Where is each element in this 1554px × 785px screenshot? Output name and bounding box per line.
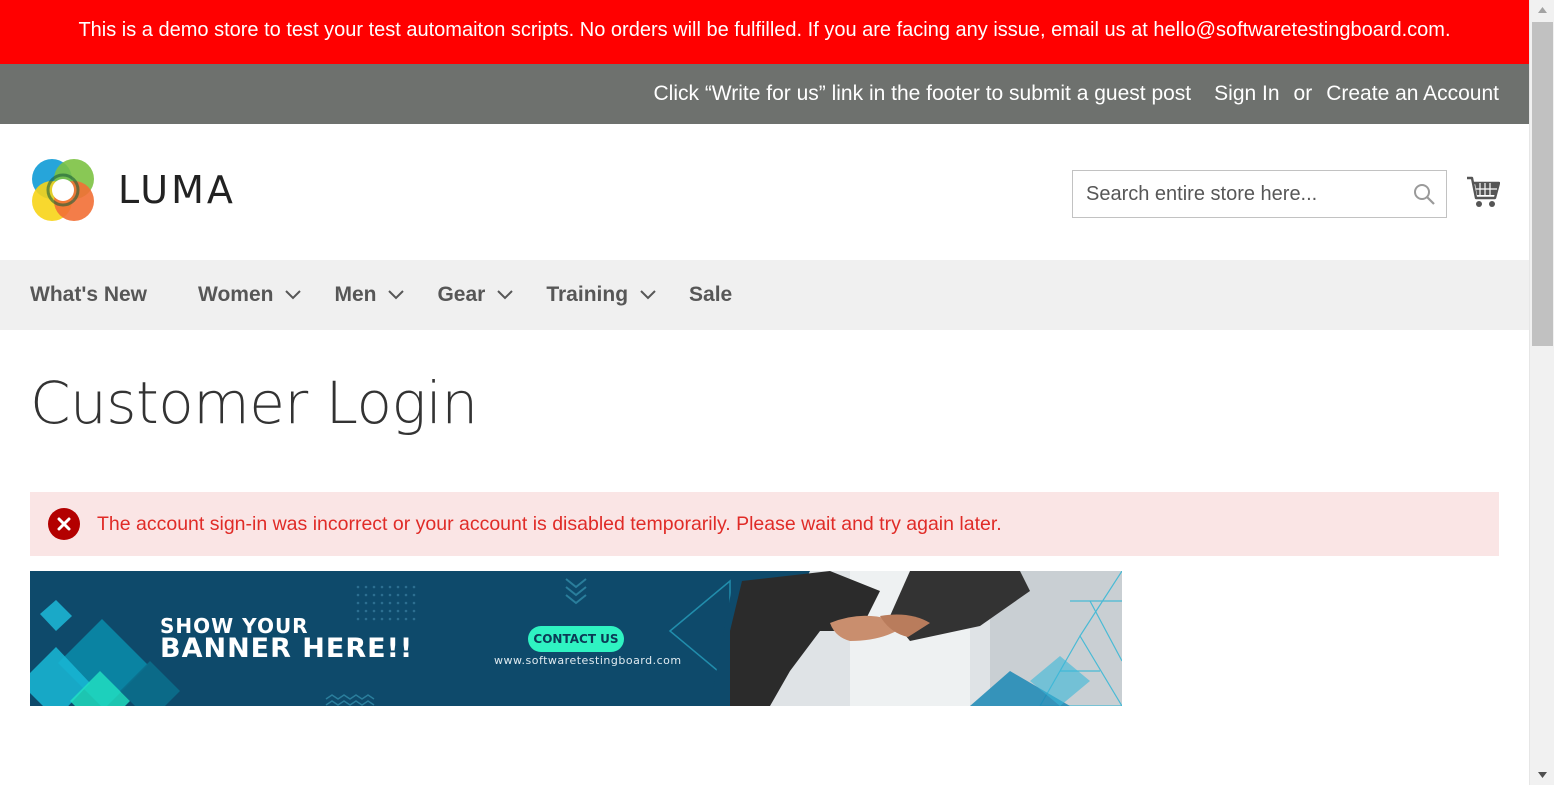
nav-women[interactable]: Women	[198, 283, 302, 307]
nav-label: Gear	[437, 283, 486, 306]
search-icon[interactable]	[1402, 172, 1446, 216]
chevron-down-icon	[640, 290, 656, 300]
nav-men[interactable]: Men	[334, 283, 405, 307]
demo-notice-bar: This is a demo store to test your test a…	[0, 0, 1529, 64]
nav-sale[interactable]: Sale	[689, 283, 732, 307]
or-separator: or	[1293, 82, 1313, 105]
nav-label: What's New	[30, 283, 148, 306]
search-input[interactable]	[1073, 171, 1402, 217]
chevron-down-icon	[388, 290, 405, 300]
nav-label: Training	[546, 283, 629, 306]
nav-label: Men	[334, 283, 377, 306]
banner-line2: BANNER HERE!!	[160, 633, 414, 664]
cart-icon[interactable]	[1466, 174, 1501, 210]
nav-gear[interactable]: Gear	[437, 283, 514, 307]
page-title: Customer Login	[30, 369, 478, 437]
scroll-down-arrow-icon[interactable]	[1530, 765, 1554, 785]
header-content: LUMA	[0, 124, 1529, 260]
scrollbar-thumb[interactable]	[1532, 22, 1553, 346]
sign-in-link[interactable]: Sign In	[1214, 82, 1279, 106]
banner-url: www.softwaretestingboard.com	[494, 654, 682, 667]
luma-logo[interactable]: LUMA	[30, 157, 236, 223]
nav-whats-new[interactable]: What's New	[30, 283, 147, 307]
nav-label: Women	[198, 283, 274, 306]
scroll-up-arrow-icon[interactable]	[1530, 0, 1554, 20]
nav-label: Sale	[689, 283, 733, 306]
luma-logo-icon	[32, 159, 94, 221]
main-navigation: What's New Women Men Gear Training Sale	[0, 260, 1529, 330]
logo-text: LUMA	[118, 168, 236, 212]
banner-contact-button[interactable]: CONTACT US	[528, 626, 624, 652]
create-account-link[interactable]: Create an Account	[1326, 82, 1499, 106]
chevron-down-icon	[285, 290, 302, 300]
page: This is a demo store to test your test a…	[0, 0, 1529, 785]
main-content: Customer Login The account sign-in was i…	[0, 370, 1529, 706]
vertical-scrollbar[interactable]	[1529, 0, 1554, 785]
header-panel: Click “Write for us” link in the footer …	[0, 64, 1529, 124]
error-message: The account sign-in was incorrect or you…	[30, 492, 1499, 556]
chevron-down-icon	[497, 290, 514, 300]
demo-notice-text: This is a demo store to test your test a…	[78, 18, 1451, 41]
guest-post-promo: Click “Write for us” link in the footer …	[653, 82, 1192, 105]
error-icon	[48, 508, 80, 540]
search-box	[1072, 170, 1447, 218]
nav-training[interactable]: Training	[546, 283, 656, 307]
advertisement-banner[interactable]: SHOW YOUR BANNER HERE!! CONTACT US www.s…	[30, 571, 1122, 706]
error-message-text: The account sign-in was incorrect or you…	[97, 512, 1002, 535]
